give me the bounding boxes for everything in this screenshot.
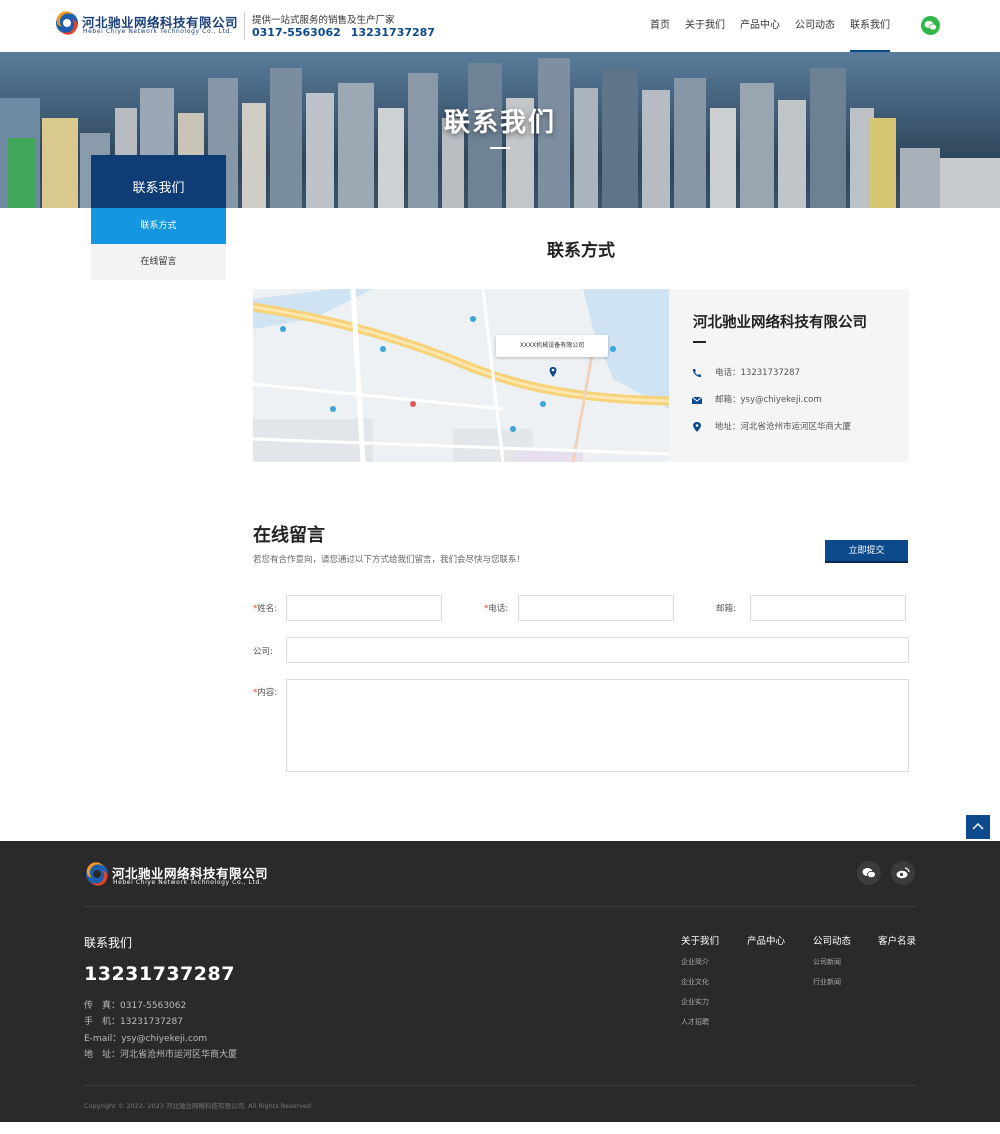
email-label: 邮箱: <box>716 604 736 614</box>
message-section-title: 在线留言 <box>253 525 325 546</box>
contact-email-row: 邮箱：ysy@chiyekeji.com <box>691 393 822 405</box>
nav-item-about[interactable]: 关于我们 <box>685 0 725 52</box>
footer-col-title[interactable]: 关于我们 <box>681 933 719 947</box>
name-label-text: 姓名: <box>257 604 278 614</box>
contact-phone: 电话：13231737287 <box>715 368 800 378</box>
wechat-icon[interactable] <box>921 16 940 35</box>
footer-logo-mark-icon <box>86 862 108 886</box>
footer-link[interactable]: 行业新闻 <box>813 977 851 987</box>
banner-underline <box>490 147 510 149</box>
phone-label-text: 电话: <box>488 604 509 614</box>
footer-weibo-icon[interactable] <box>891 861 915 885</box>
copyright: Copyright © 2022- 2023 河北驰业网络科技有限公司, All… <box>84 1102 312 1110</box>
map-location-label: XXXX机械设备有限公司 <box>496 335 608 357</box>
chevron-up-icon <box>972 822 984 830</box>
site-header: 河北驰业网络科技有限公司 Hebei Chiye Network Technol… <box>0 0 1000 52</box>
logo-mark-icon <box>56 11 78 35</box>
location-pin-icon <box>693 421 701 432</box>
footer-logo-text-en: Hebei Chiye Network Technology Co., Ltd. <box>113 879 263 886</box>
hotline-mobile: 13231737287 <box>350 26 435 39</box>
footer-link[interactable]: 企业文化 <box>681 977 719 987</box>
back-to-top-button[interactable] <box>966 815 990 839</box>
slogan: 提供一站式服务的销售及生产厂家 <box>252 15 395 26</box>
footer-fax: 传 真：0317-5563062 <box>84 1001 187 1011</box>
bottom-strip <box>0 1122 1000 1134</box>
hotlines: 0317-5563062 13231737287 <box>252 26 435 39</box>
footer-mobile: 手 机：13231737287 <box>84 1017 183 1027</box>
footer-col-products: 产品中心 <box>747 933 785 947</box>
contact-phone-row: 电话：13231737287 <box>691 366 800 378</box>
banner-title: 联系我们 <box>443 108 556 138</box>
footer-phone: 13231737287 <box>84 963 235 985</box>
nav-item-contact[interactable]: 联系我们 <box>850 0 890 52</box>
footer-link[interactable]: 企业简介 <box>681 957 719 967</box>
name-input[interactable] <box>286 595 442 621</box>
mail-icon <box>691 396 703 404</box>
nav-item-products[interactable]: 产品中心 <box>740 0 780 52</box>
footer-email: E-mail：ysy@chiyekeji.com <box>84 1034 208 1044</box>
footer-logo[interactable]: 河北驰业网络科技有限公司 Hebei Chiye Network Technol… <box>84 861 274 889</box>
footer-divider-bottom <box>84 1085 916 1086</box>
submit-button[interactable]: 立即提交 <box>825 540 908 563</box>
footer-col-title[interactable]: 公司动态 <box>813 933 851 947</box>
company-label: 公司: <box>253 647 273 657</box>
footer-contact-title: 联系我们 <box>84 936 133 950</box>
sidebar-title: 联系我们 <box>91 155 226 208</box>
footer-divider-top <box>84 906 916 907</box>
location-map[interactable]: XXXX机械设备有限公司 <box>253 289 669 462</box>
footer-link[interactable]: 企业实力 <box>681 997 719 1007</box>
contact-address: 地址：河北省沧州市运河区华商大厦 <box>715 422 852 432</box>
phone-input[interactable] <box>518 595 674 621</box>
map-graphic <box>253 289 669 462</box>
footer-col-title[interactable]: 客户名录 <box>878 933 916 947</box>
company-name: 河北驰业网络科技有限公司 <box>693 315 867 331</box>
footer-link[interactable]: 人才招聘 <box>681 1017 719 1027</box>
contact-email: 邮箱：ysy@chiyekeji.com <box>715 395 822 405</box>
contact-address-row: 地址：河北省沧州市运河区华商大厦 <box>691 420 851 432</box>
site-footer: 河北驰业网络科技有限公司 Hebei Chiye Network Technol… <box>0 841 1000 1122</box>
phone-icon <box>692 368 701 377</box>
content-textarea[interactable] <box>286 679 909 772</box>
nav-item-home[interactable]: 首页 <box>650 0 670 52</box>
header-divider <box>244 12 245 40</box>
footer-wechat-icon[interactable] <box>857 861 881 885</box>
company-name-underline <box>693 341 706 343</box>
footer-col-title[interactable]: 产品中心 <box>747 933 785 947</box>
sidebar-item-contact-info[interactable]: 联系方式 <box>91 208 226 244</box>
main-nav: 首页 关于我们 产品中心 公司动态 联系我们 <box>650 0 905 52</box>
footer-address: 地 址：河北省沧州市运河区华商大厦 <box>84 1050 238 1060</box>
sidebar-item-online-message[interactable]: 在线留言 <box>91 244 226 280</box>
hotline-landline: 0317-5563062 <box>252 26 341 39</box>
email-input[interactable] <box>750 595 906 621</box>
footer-col-clients: 客户名录 <box>878 933 916 947</box>
nav-item-news[interactable]: 公司动态 <box>795 0 835 52</box>
message-section-subtitle: 若您有合作意向，请您通过以下方式给我们留言，我们会尽快与您联系！ <box>253 555 526 565</box>
footer-col-about: 关于我们 企业简介 企业文化 企业实力 人才招聘 <box>681 933 719 1027</box>
name-label: *姓名: <box>253 602 277 614</box>
footer-link[interactable]: 公司新闻 <box>813 957 851 967</box>
logo-text-en: Hebei Chiye Network Technology Co., Ltd. <box>83 28 233 35</box>
phone-label: *电话: <box>484 602 508 614</box>
footer-col-news: 公司动态 公司新闻 行业新闻 <box>813 933 851 987</box>
content-label-text: 内容: <box>257 688 278 698</box>
contact-info-card: 河北驰业网络科技有限公司 电话：13231737287 邮箱：ysy@chiye… <box>669 289 909 462</box>
content-label: *内容: <box>253 686 277 698</box>
logo[interactable]: 河北驰业网络科技有限公司 Hebei Chiye Network Technol… <box>54 10 238 40</box>
company-input[interactable] <box>286 637 909 663</box>
contact-section-title: 联系方式 <box>547 241 615 261</box>
